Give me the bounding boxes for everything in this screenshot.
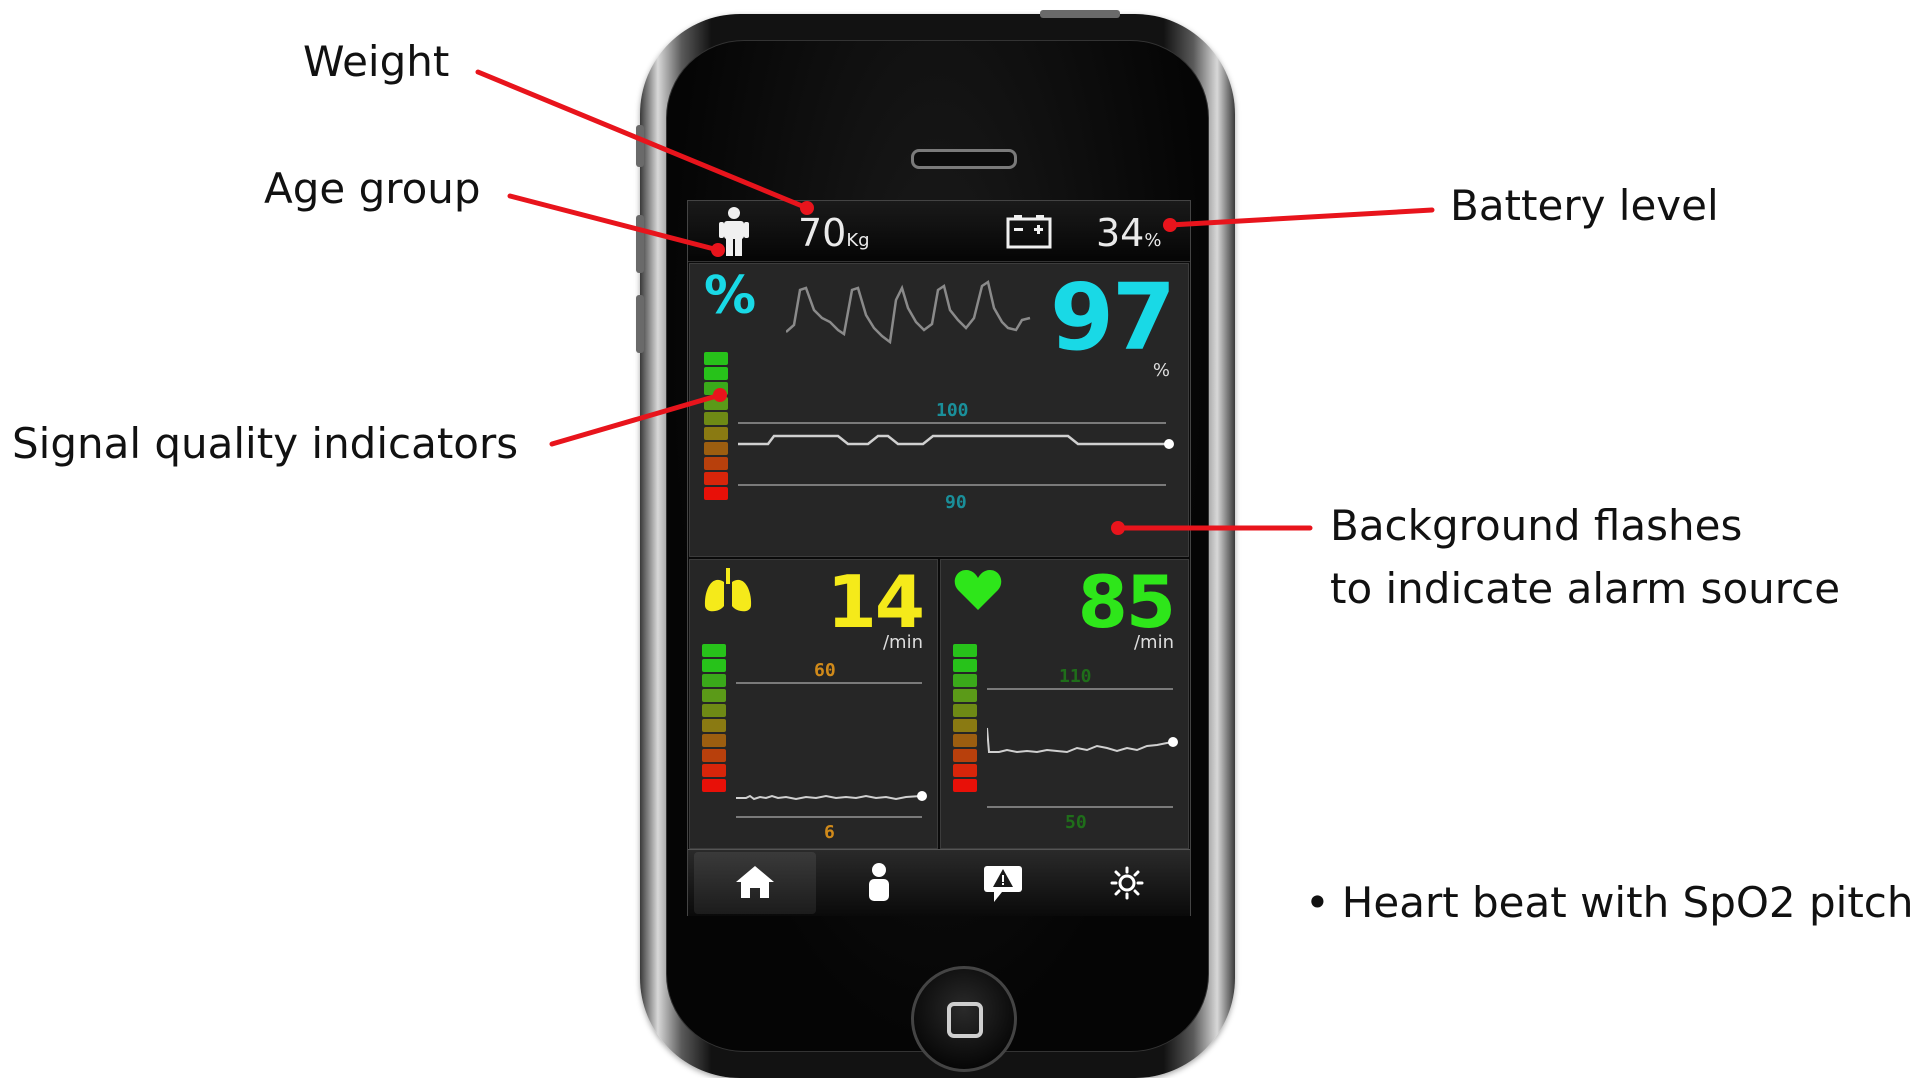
weight-callout-line (475, 69, 810, 211)
age-group-callout-line (507, 193, 721, 253)
battery-callout-line (1167, 207, 1435, 228)
weight-callout-dot (800, 201, 814, 215)
callout-lines (475, 69, 1435, 535)
signal-quality-callout-line (549, 392, 723, 447)
battery-callout-dot (1163, 218, 1177, 232)
background-flash-callout-dot (1111, 521, 1125, 535)
age-group-callout-dot (711, 243, 725, 257)
signal-quality-callout-dot (713, 388, 727, 402)
